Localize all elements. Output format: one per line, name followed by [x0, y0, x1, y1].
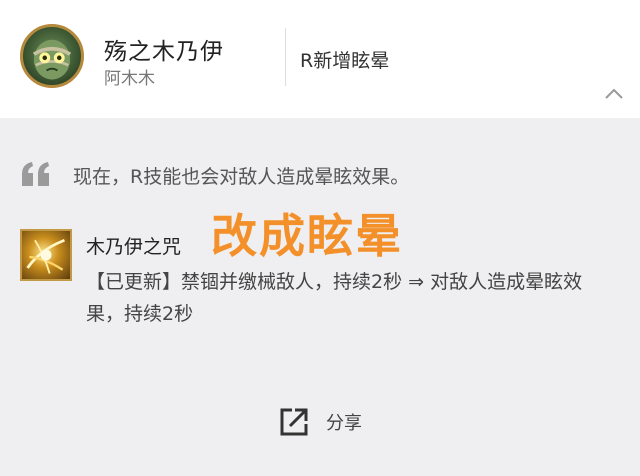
amumu-portrait-icon [32, 39, 72, 80]
header-divider [285, 28, 286, 86]
chevron-up-icon [605, 88, 623, 99]
share-icon [280, 408, 308, 436]
patch-note-card: 殇之木乃伊 阿木木 R新增眩晕 现在，R技能也会对敌人造成晕眩效果。 木乃伊之咒… [0, 0, 640, 476]
hero-avatar[interactable] [20, 24, 84, 88]
hero-title: 阿木木 [104, 69, 155, 89]
quote-text: 现在，R技能也会对敌人造成晕眩效果。 [73, 166, 410, 188]
share-label: 分享 [326, 413, 362, 434]
curse-skill-icon [26, 238, 65, 274]
skill-name: 木乃伊之咒 [86, 236, 182, 258]
hero-name: 殇之木乃伊 [104, 39, 224, 65]
skill-icon [20, 229, 72, 281]
hero-header: 殇之木乃伊 阿木木 R新增眩晕 [0, 0, 640, 118]
overlay-annotation: 改成眩晕 [211, 209, 403, 263]
collapse-button[interactable] [600, 82, 628, 106]
share-button[interactable]: 分享 [278, 405, 362, 439]
skill-description: 【已更新】禁锢并缴械敌人，持续2秒 ⇒ 对敌人造成晕眩效果，持续2秒 [86, 271, 583, 325]
quote-mark-icon [22, 162, 49, 186]
change-title: R新增眩晕 [300, 50, 390, 72]
